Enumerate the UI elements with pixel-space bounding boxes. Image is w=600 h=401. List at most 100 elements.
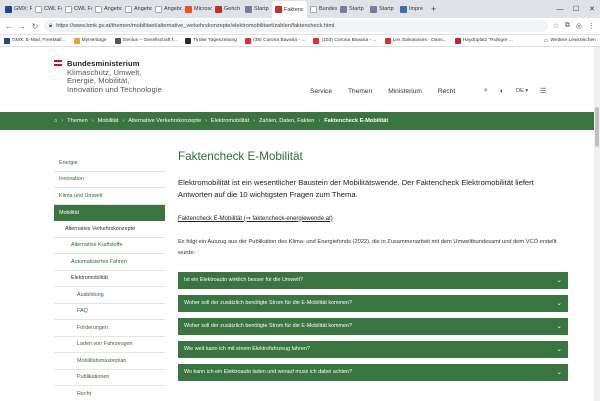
chevron-down-icon: ⌄ [556,323,562,331]
breadcrumb: ⌂ › Themen › Mobilität › Alternative Verkehrs… [0,112,600,130]
sidebar-item[interactable]: Mobilitätsmasterplan [54,353,165,370]
sidebar-item[interactable]: Elektromobilität [54,271,165,287]
sidebar-item[interactable]: Ausbildung [54,287,165,304]
bookmark-item[interactable]: Genius – Gesellschaft f... [114,37,178,44]
sidebar-item[interactable]: Förderungen [54,320,165,337]
nav-item-ministerium[interactable]: Ministerium [388,88,422,95]
bookmark-item[interactable]: Haydnplatz "Ruhiger ... [454,37,513,44]
chevron-down-icon: ⌄ [556,346,562,354]
page-scrollbar[interactable] [594,47,600,401]
close-window-icon[interactable]: ✕ [584,0,600,18]
nav-item-themen[interactable]: Themen [348,88,372,95]
reload-icon[interactable]: ↻ [31,22,39,31]
accessibility-icon[interactable]: ◐ [500,88,504,95]
address-bar[interactable]: 🔒︎ https://www.bmk.gv.at/themen/mobilita… [44,20,548,32]
sidebar-item-label: Recht [77,390,92,397]
bookmark-item[interactable]: Tiroler Tageszeitung [185,37,237,44]
star-icon[interactable]: ☆ [553,22,559,30]
sidebar-item[interactable]: Publikationen [54,370,165,386]
sidebar-item[interactable]: Energie [54,155,165,172]
sidebar-item[interactable]: Alternative Verkehrskonzepte [54,221,165,238]
back-icon[interactable]: ← [5,22,13,31]
sidebar-item[interactable]: FAQ [54,304,165,320]
browser-tab[interactable]: Startp [242,1,272,17]
tab-favicon-icon [245,5,252,13]
browser-tab[interactable]: Impre [397,1,427,17]
breadcrumb-item[interactable]: Elektromobilität [211,118,249,124]
browser-tab-active[interactable]: Faktenc✕ [272,1,307,18]
menu-icon[interactable]: ⋮ [588,22,595,30]
ministry-logo[interactable]: Bundesministerium Klimaschutz, Umwelt, Ene… [67,59,162,94]
browser-tab[interactable]: Angebot Si [152,1,182,17]
bookmark-label: GMX: E-Mail, FreeMail... [12,38,66,43]
intro-paragraph: Es folgt ein Auszug aus der Publikation … [178,238,557,257]
sidebar-item[interactable]: Automatisiertes Fahren [54,254,165,271]
accordion-item[interactable]: Wie weit kann ich mit einem Elektrofahrz… [178,340,568,358]
bookmark-item[interactable]: GMX: E-Mail, FreeMail... [4,37,66,44]
browser-tab[interactable]: Gerich [212,1,242,17]
chevron-right-icon: › [61,118,64,124]
scrollbar-thumb[interactable] [595,107,599,147]
sidebar-item[interactable]: Recht [54,386,165,401]
bookmark-item[interactable]: Les Salvatoises - Dans... [384,37,447,44]
browser-tab[interactable]: Startp [367,1,397,17]
sidebar-item[interactable]: Alternative Kraftstoffe [54,238,165,254]
tab-favicon-icon [370,5,377,13]
browser-tab[interactable]: GMX: Fr [2,1,32,17]
sidebar-item[interactable]: Klima und Umwelt [54,188,165,205]
accordion-item[interactable]: Woher soll der zusätzlich benötigte Stro… [178,294,568,312]
sidebar-item-label: Mobilität [59,209,80,216]
breadcrumb-item[interactable]: Zahlen, Daten, Fakten [259,118,314,124]
tab-favicon-icon [35,5,42,13]
new-tab-button[interactable]: + [427,4,440,14]
nav-item-service[interactable]: Service [310,88,332,95]
nav-item-recht[interactable]: Recht [438,88,455,95]
search-icon[interactable]: ⌕ [484,87,488,95]
breadcrumb-item[interactable]: Mobilität [98,118,119,124]
language-select[interactable]: DE ▾ [516,88,528,94]
browser-tab[interactable]: Microsoft [182,1,212,17]
chevron-right-icon: › [318,118,321,124]
faq-accordion: Ist ein Elektroauto wirklich besser für … [178,271,568,381]
forward-icon[interactable]: → [18,22,26,31]
sidebar-item[interactable]: Mobilität [54,204,165,221]
home-icon[interactable]: ⌂ [54,118,57,124]
accordion-question: Woher soll der zusätzlich benötigte Stro… [184,300,352,307]
browser-tab[interactable]: Bundesmin [307,1,337,17]
other-bookmarks[interactable]: ▭ Weitere Lesezeichen [544,38,596,44]
faktencheck-link[interactable]: Faktencheck E-Mobilität (⇒ faktencheck-e… [178,215,568,222]
bookmark-label: Genius – Gesellschaft f... [122,38,178,43]
profile-icon[interactable]: ◎ [576,22,582,30]
sidebar-item[interactable]: Laden von Fahrzeugen [54,337,165,353]
browser-tab[interactable]: CWL Fakt [32,1,62,17]
tab-label: Faktenc [284,6,304,13]
bookmark-item[interactable]: MyHeritage [73,37,107,44]
breadcrumb-item[interactable]: Themen [67,118,88,124]
bookmarks-bar: GMX: E-Mail, FreeMail... MyHeritage Genius… [0,35,600,47]
site-header: Bundesministerium Klimaschutz, Umwelt, Ene… [0,48,600,112]
bookmark-item[interactable]: (38) Corona Bavaria - ... [244,37,306,44]
lock-icon[interactable]: 🔒︎ [49,23,52,30]
bookmark-label: (38) Corona Bavaria - ... [252,38,306,43]
accordion-question: Wo kann ich ein Elektroauto laden und wo… [184,369,353,376]
accordion-item[interactable]: Wo kann ich ein Elektroauto laden und wo… [178,363,568,381]
bookmark-favicon-icon [185,37,192,44]
minimize-icon[interactable]: — [552,0,568,18]
sidebar-item[interactable]: Innovation [54,172,165,188]
sidebar-item-label: FAQ [77,308,88,315]
browser-tab[interactable]: Angebot Si [92,1,122,17]
sidebar-item-label: Förderungen [77,324,108,331]
extensions-icon[interactable]: ⧉ [565,22,570,30]
tab-favicon-icon [340,5,347,13]
hamburger-icon[interactable]: ☰ [540,87,546,95]
breadcrumb-item[interactable]: Alternative Verkehrskonzepte [128,118,201,124]
accordion-item[interactable]: Woher soll der zusätzlich benötigte Stro… [178,317,568,335]
accordion-item[interactable]: Ist ein Elektroauto wirklich besser für … [178,271,568,289]
bookmark-item[interactable]: (103) Corona Bavaria - ... [313,37,377,44]
browser-tab-strip: GMX: Fr CWL Fakt CWL Fakt Angebot Si Angebot… [0,0,600,18]
maximize-icon[interactable]: ☐ [568,0,584,18]
chevron-down-icon: ⌄ [556,369,562,377]
browser-tab[interactable]: Startp [337,1,367,17]
browser-tab[interactable]: Angebot Si [122,1,152,17]
browser-tab[interactable]: CWL Fakt [62,1,92,17]
